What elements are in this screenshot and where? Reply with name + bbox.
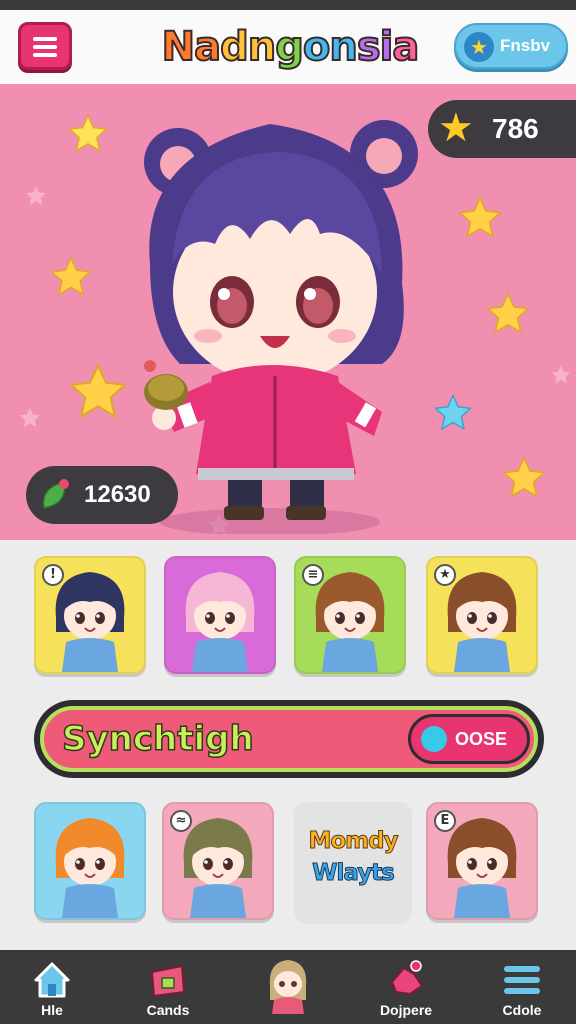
avatar-icon	[269, 960, 307, 1014]
nav-cards[interactable]: Cands	[118, 950, 218, 1024]
sync-bar[interactable]: Synchtigh OOSE	[34, 700, 544, 778]
sync-action-label: OOSE	[455, 729, 508, 749]
nav-more[interactable]: Cdole	[472, 950, 572, 1024]
character-selection-area: ! ≡ ★ Synchtigh OOSE ≈ Momdy Wlayts E	[0, 540, 576, 950]
home-icon	[34, 962, 70, 998]
star-icon	[67, 113, 109, 153]
star-icon	[50, 256, 92, 296]
sync-bar-label: Synchtigh	[61, 718, 254, 760]
card-badge-icon: ★	[434, 564, 456, 586]
character-stage: ★ 786 12630	[0, 84, 576, 540]
star-score-badge: ★ 786	[428, 100, 576, 158]
menu-bar-icon	[33, 45, 57, 49]
title-part: on	[302, 23, 359, 71]
status-strip	[0, 0, 576, 10]
card-badge-icon: E	[434, 810, 456, 832]
card-badge-icon: ≈	[170, 810, 192, 832]
card-badge-icon: !	[42, 564, 64, 586]
star-icon	[551, 365, 571, 384]
title-part: Na	[161, 23, 222, 71]
rewards-button-label: Fnsbv	[500, 36, 551, 55]
card-badge-icon: ≡	[302, 564, 324, 586]
nav-explore-label: Dojpere	[379, 1002, 433, 1018]
leaf-icon	[42, 479, 69, 509]
sync-bar-inner: Synchtigh OOSE	[40, 706, 538, 772]
sync-action-button[interactable]: OOSE	[408, 714, 530, 764]
character-card[interactable]: ★	[426, 556, 538, 674]
character-card[interactable]: ≡	[294, 556, 406, 674]
nav-home[interactable]: Hle	[2, 950, 102, 1024]
character-card[interactable]: !	[34, 556, 146, 674]
currency-badge: 12630	[26, 466, 178, 524]
menu-bar-icon	[33, 37, 57, 41]
menu-lines-icon	[504, 966, 540, 994]
heart-icon	[421, 726, 447, 752]
nav-home-label: Hle	[41, 1002, 63, 1018]
card-box-icon	[150, 964, 186, 998]
star-icon	[502, 456, 546, 498]
star-icon	[26, 186, 46, 206]
star-icon	[433, 393, 473, 431]
currency-value: 12630	[84, 481, 151, 508]
character-card[interactable]	[34, 802, 146, 920]
promo-line-2: Wlayts	[312, 860, 396, 887]
title-part: g	[274, 23, 305, 71]
nav-more-label: Cdole	[502, 1002, 542, 1018]
nav-cards-label: Cands	[146, 1002, 190, 1018]
star-icon: ★	[438, 105, 474, 151]
promo-tile[interactable]: Momdy Wlayts	[294, 802, 412, 924]
app-title: Nadngonsia	[140, 20, 440, 74]
app-header: Nadngonsia ★ Fnsbv	[0, 10, 576, 84]
character-portrait	[55, 818, 125, 918]
character-card[interactable]	[164, 556, 276, 674]
star-icon: ★	[464, 32, 494, 62]
menu-button[interactable]	[18, 22, 72, 70]
title-part: a	[391, 23, 420, 71]
explore-icon	[390, 960, 424, 996]
star-icon	[486, 292, 530, 334]
menu-bar-icon	[33, 53, 57, 57]
character-card[interactable]: E	[426, 802, 538, 920]
rewards-button[interactable]: ★ Fnsbv	[454, 23, 568, 69]
title-part: si	[356, 23, 394, 71]
star-icon	[458, 196, 502, 238]
title-part: dn	[219, 23, 277, 71]
star-score-value: 786	[492, 113, 539, 144]
character-card[interactable]: ≈	[162, 802, 274, 920]
bottom-navigation: Hle Cands Dojpere Cdole	[0, 950, 576, 1024]
nav-explore[interactable]: Dojpere	[356, 950, 456, 1024]
nav-avatar[interactable]	[238, 950, 338, 1024]
star-icon	[20, 408, 40, 428]
promo-line-1: Momdy	[308, 828, 399, 855]
character-portrait	[185, 572, 255, 672]
